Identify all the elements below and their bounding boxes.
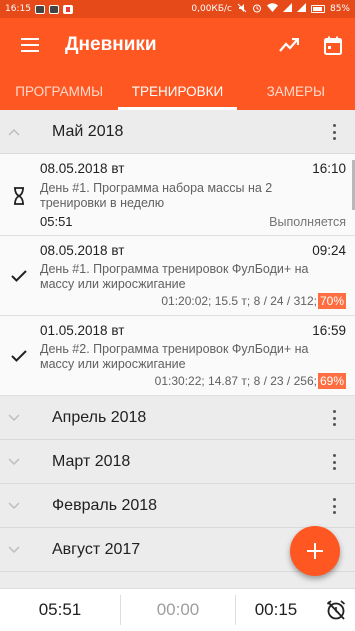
entry-stats: 01:30:22; 14.87 т; 8 / 23 / 256; 69% — [155, 373, 346, 389]
alarm-toggle-button[interactable] — [316, 589, 355, 631]
signal-icon — [282, 3, 292, 15]
mute-icon — [237, 3, 247, 16]
entry-date: 01.05.2018 вт — [40, 323, 125, 338]
chevron-up-icon — [0, 110, 28, 154]
notification-icon — [34, 4, 45, 14]
entry-time: 16:10 — [312, 161, 346, 176]
entry-stats: 01:20:02; 15.5 т; 8 / 24 / 312; 70% — [161, 293, 346, 309]
network-speed: 0,00КБ/с — [191, 4, 232, 14]
month-title: Май 2018 — [52, 122, 124, 140]
chevron-down-icon — [0, 440, 28, 484]
check-icon — [7, 264, 31, 288]
more-options-icon[interactable] — [329, 122, 339, 142]
app-title: Дневники — [65, 34, 157, 55]
entry-stats-text: 01:20:02; 15.5 т; 8 / 24 / 312; — [161, 294, 317, 308]
alarm-off-icon — [326, 600, 345, 620]
more-options-icon[interactable] — [329, 408, 339, 428]
month-title: Август 2017 — [52, 540, 141, 558]
alarm-icon — [252, 3, 262, 16]
entry-status: Выполняется — [269, 215, 346, 229]
rest-timer[interactable]: 00:00 — [121, 589, 235, 631]
calendar-button[interactable] — [311, 18, 355, 72]
month-title: Март 2018 — [52, 452, 131, 470]
tab-workouts[interactable]: ТРЕНИРОВКИ — [118, 72, 237, 110]
app-icon — [62, 4, 73, 14]
entry-date: 08.05.2018 вт — [40, 243, 125, 258]
status-bar: 16:15 0,00КБ/с 85% — [0, 0, 355, 18]
elapsed-timer[interactable]: 05:51 — [0, 589, 120, 631]
menu-icon — [21, 38, 39, 52]
completion-badge: 70% — [317, 293, 346, 309]
entry-stats-text: 01:30:22; 14.87 т; 8 / 23 / 256; — [154, 374, 317, 388]
workout-entry[interactable]: 08.05.2018 вт 16:10 День #1. Программа н… — [0, 154, 355, 236]
month-title: Апрель 2018 — [52, 408, 147, 426]
month-header-march-2018[interactable]: Март 2018 — [0, 440, 355, 484]
timer-bar: 05:51 00:00 00:15 — [0, 588, 355, 631]
month-title: Февраль 2018 — [52, 496, 158, 514]
battery-level: 85% — [329, 4, 350, 14]
month-header-april-2018[interactable]: Апрель 2018 — [0, 396, 355, 440]
app-icon — [48, 4, 59, 14]
month-header-may-2018[interactable]: Май 2018 — [0, 110, 355, 154]
entry-description: День #1. Программа набора массы на 2 тре… — [40, 181, 273, 210]
countdown-timer[interactable]: 00:15 — [236, 589, 316, 631]
chevron-down-icon — [0, 528, 28, 572]
chevron-down-icon — [0, 396, 28, 440]
entry-description: День #2. Программа тренировок ФулБоди+ н… — [40, 342, 309, 371]
wifi-icon — [266, 3, 278, 15]
plus-icon — [307, 543, 323, 559]
workout-entry[interactable]: 01.05.2018 вт 16:59 День #2. Программа т… — [0, 316, 355, 396]
menu-button[interactable] — [0, 18, 60, 72]
entry-time: 16:59 — [312, 323, 346, 338]
tab-programs[interactable]: ПРОГРАММЫ — [0, 72, 118, 110]
entry-description: День #1. Программа тренировок ФулБоди+ н… — [40, 262, 309, 291]
month-header-february-2018[interactable]: Февраль 2018 — [0, 484, 355, 528]
calendar-icon — [324, 36, 342, 55]
hourglass-icon — [7, 184, 31, 208]
add-workout-button[interactable] — [290, 526, 340, 576]
app-bar: Дневники — [0, 18, 355, 72]
chevron-down-icon — [0, 484, 28, 528]
workout-list[interactable]: Май 2018 08.05.2018 вт 16:10 День #1. Пр… — [0, 110, 355, 588]
tab-measurements[interactable]: ЗАМЕРЫ — [237, 72, 355, 110]
battery-icon — [310, 5, 325, 13]
tab-bar: ПРОГРАММЫ ТРЕНИРОВКИ ЗАМЕРЫ — [0, 72, 355, 110]
entry-time: 09:24 — [312, 243, 346, 258]
more-options-icon[interactable] — [329, 496, 339, 516]
completion-badge: 69% — [317, 373, 346, 389]
entry-date: 08.05.2018 вт — [40, 161, 125, 176]
signal-icon — [296, 3, 306, 15]
more-options-icon[interactable] — [329, 452, 339, 472]
check-icon — [7, 344, 31, 368]
statistics-button[interactable] — [267, 18, 311, 72]
workout-entry[interactable]: 08.05.2018 вт 09:24 День #1. Программа т… — [0, 236, 355, 316]
status-time: 16:15 — [5, 4, 31, 14]
trend-chart-icon — [279, 38, 299, 52]
entry-duration: 05:51 — [40, 214, 73, 229]
